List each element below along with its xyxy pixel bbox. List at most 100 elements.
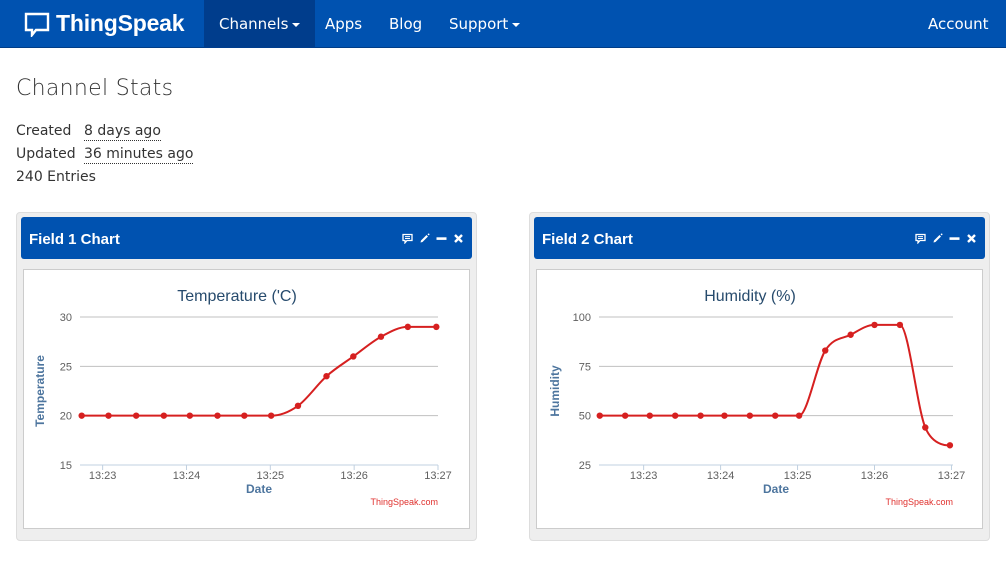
data-point[interactable] bbox=[746, 412, 754, 419]
x-tick-label: 13:25 bbox=[257, 470, 285, 482]
x-tick-label: 13:23 bbox=[630, 470, 658, 482]
y-tick-label: 100 bbox=[573, 312, 591, 324]
x-tick-label: 13:27 bbox=[424, 470, 452, 482]
y-tick-label: 15 bbox=[60, 460, 72, 472]
field-2-chart-panel: Field 2 Chart Humidity (%) 25 50 75 100 13:23… bbox=[529, 212, 990, 541]
temperature-chart: Temperature ('C) 15 20 25 30 13:23 13:24 13:25 1… bbox=[33, 288, 452, 507]
nav-support-label: Support bbox=[449, 15, 509, 33]
x-axis-title: Date bbox=[763, 482, 789, 496]
data-point[interactable] bbox=[646, 412, 653, 419]
stat-created: Created 8 days ago bbox=[16, 123, 161, 141]
data-point[interactable] bbox=[214, 412, 221, 419]
x-tick-label: 13:23 bbox=[89, 470, 117, 482]
chart-container: Temperature ('C) 15 20 25 30 13:23 13:24 13:25 1… bbox=[23, 269, 470, 529]
x-tick-label: 13:26 bbox=[340, 470, 368, 482]
top-navbar: ThingSpeak Channels Apps Blog Support Ac… bbox=[0, 0, 1006, 75]
panel-header: Field 1 Chart bbox=[21, 217, 472, 259]
data-point[interactable] bbox=[323, 373, 330, 380]
data-point[interactable] bbox=[160, 412, 168, 419]
comment-icon[interactable] bbox=[402, 233, 413, 244]
updated-label: Updated bbox=[16, 146, 76, 162]
panel-actions bbox=[402, 233, 464, 244]
close-icon[interactable] bbox=[453, 233, 464, 244]
updated-value[interactable]: 36 minutes ago bbox=[84, 146, 194, 164]
panel-header: Field 2 Chart bbox=[534, 217, 985, 259]
data-point[interactable] bbox=[697, 412, 704, 419]
data-point[interactable] bbox=[896, 321, 904, 329]
y-tick-label: 30 bbox=[60, 312, 72, 324]
panel-title: Field 2 Chart bbox=[542, 231, 633, 248]
data-point[interactable] bbox=[350, 353, 357, 360]
data-point[interactable] bbox=[621, 412, 629, 419]
data-point[interactable] bbox=[377, 333, 385, 340]
nav-account-label: Account bbox=[928, 15, 989, 33]
pencil-icon[interactable] bbox=[419, 233, 430, 244]
data-point[interactable] bbox=[772, 412, 779, 419]
chart-credit-link[interactable]: ThingSpeak.com bbox=[885, 497, 953, 507]
x-tick-label: 13:26 bbox=[861, 470, 889, 482]
data-point[interactable] bbox=[404, 323, 412, 331]
humidity-chart: Humidity (%) 25 50 75 100 13:23 13:24 13:25 13:2… bbox=[548, 288, 966, 507]
data-point[interactable] bbox=[871, 321, 878, 329]
caret-down-icon bbox=[932, 70, 940, 75]
x-tick-label: 13:27 bbox=[938, 470, 966, 482]
nav-apps[interactable]: Apps bbox=[310, 0, 377, 48]
y-tick-label: 25 bbox=[579, 460, 591, 472]
minimize-icon[interactable] bbox=[949, 233, 960, 244]
y-axis-title: Temperature bbox=[33, 355, 47, 427]
stat-entries: 240 Entries bbox=[16, 169, 96, 185]
data-point[interactable] bbox=[596, 412, 603, 419]
nav-blog-label: Blog bbox=[389, 15, 423, 33]
data-point[interactable] bbox=[822, 347, 829, 354]
nav-channels[interactable]: Channels bbox=[204, 0, 316, 48]
x-tick-label: 13:24 bbox=[173, 470, 201, 482]
stat-updated: Updated 36 minutes ago bbox=[16, 146, 194, 164]
data-point[interactable] bbox=[267, 412, 275, 419]
chart-title: Temperature ('C) bbox=[177, 288, 297, 305]
y-tick-label: 25 bbox=[60, 361, 72, 373]
data-point[interactable] bbox=[294, 402, 302, 409]
panel-actions bbox=[915, 233, 977, 244]
caret-down-icon bbox=[512, 22, 521, 27]
caret-down-icon bbox=[292, 22, 301, 27]
y-tick-label: 20 bbox=[60, 411, 72, 423]
created-value[interactable]: 8 days ago bbox=[84, 123, 161, 141]
data-point[interactable] bbox=[186, 412, 194, 419]
panel-title: Field 1 Chart bbox=[29, 231, 120, 248]
data-point[interactable] bbox=[946, 442, 954, 449]
y-tick-label: 50 bbox=[579, 411, 591, 423]
x-tick-label: 13:24 bbox=[707, 470, 735, 482]
data-point[interactable] bbox=[922, 424, 929, 431]
data-point[interactable] bbox=[847, 331, 854, 338]
close-icon[interactable] bbox=[966, 233, 977, 244]
created-label: Created bbox=[16, 123, 72, 139]
page-title: Channel Stats bbox=[16, 76, 174, 101]
comment-icon[interactable] bbox=[915, 233, 926, 244]
pencil-icon[interactable] bbox=[932, 233, 943, 244]
data-point[interactable] bbox=[132, 412, 140, 419]
data-point[interactable] bbox=[721, 412, 728, 419]
y-axis-title: Humidity bbox=[548, 365, 562, 417]
y-tick-label: 75 bbox=[579, 361, 591, 373]
nav-support[interactable]: Support bbox=[434, 0, 535, 48]
data-point[interactable] bbox=[78, 412, 85, 419]
minimize-icon[interactable] bbox=[436, 233, 447, 244]
chart-credit-link[interactable]: ThingSpeak.com bbox=[370, 497, 438, 507]
x-tick-label: 13:25 bbox=[784, 470, 812, 482]
nav-apps-label: Apps bbox=[325, 15, 363, 33]
nav-channels-label: Channels bbox=[219, 15, 289, 33]
data-point[interactable] bbox=[105, 412, 112, 419]
data-point[interactable] bbox=[671, 412, 679, 419]
series-line bbox=[599, 323, 951, 447]
data-point[interactable] bbox=[241, 412, 248, 419]
brand-logo-link[interactable]: ThingSpeak bbox=[24, 10, 185, 37]
x-axis-title: Date bbox=[246, 482, 272, 496]
nav-blog[interactable]: Blog bbox=[374, 0, 437, 48]
brand-name: ThingSpeak bbox=[56, 10, 185, 36]
nav-account[interactable]: Account bbox=[913, 0, 1006, 75]
data-point[interactable] bbox=[795, 412, 803, 419]
data-point[interactable] bbox=[433, 323, 440, 331]
chart-container: Humidity (%) 25 50 75 100 13:23 13:24 13:25 13:2… bbox=[536, 269, 983, 529]
field-1-chart-panel: Field 1 Chart Temperature ('C) 15 20 25 30 13… bbox=[16, 212, 477, 541]
series-line bbox=[81, 325, 437, 417]
